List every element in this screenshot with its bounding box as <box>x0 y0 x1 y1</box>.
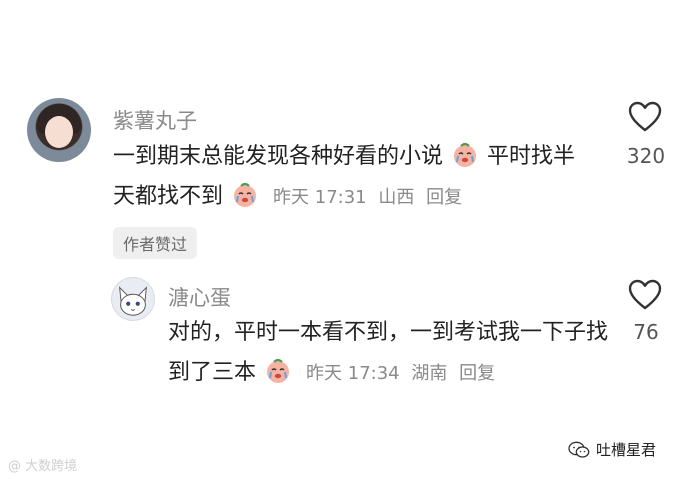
wechat-icon <box>568 441 590 458</box>
comment-location: 湖南 <box>411 363 448 384</box>
heart-outline-icon[interactable] <box>628 101 662 133</box>
like-count: 320 <box>626 144 666 168</box>
comment-location: 山西 <box>378 187 415 208</box>
commenter-avatar[interactable] <box>27 98 91 162</box>
comment-body: 对的，平时一本看不到，一到考试我一下子找到了三本 昨天 17:34 湖南 回复 <box>168 313 618 394</box>
comment-body: 一到期末总能发现各种好看的小说 平时找半天都找不到 昨天 17:31 山西 回复 <box>113 137 593 218</box>
comment-username[interactable]: 溏心蛋 <box>168 282 231 312</box>
comment-meta: 昨天 17:31 山西 回复 <box>267 187 462 208</box>
like-count: 76 <box>633 320 659 344</box>
comment-time: 昨天 17:34 <box>306 363 400 384</box>
crying-face-emoji-icon <box>267 358 290 383</box>
watermark-left: @ 大数跨境 <box>8 459 78 474</box>
commenter-avatar[interactable] <box>111 277 155 321</box>
cartoon-avatar-icon <box>119 286 147 316</box>
crying-face-emoji-icon <box>234 182 257 207</box>
avatar-face <box>45 116 73 148</box>
comment-time: 昨天 17:31 <box>273 187 367 208</box>
comment-username[interactable]: 紫薯丸子 <box>113 105 197 135</box>
heart-outline-icon[interactable] <box>628 279 662 311</box>
watermark-right: 吐槽星君 <box>568 439 656 460</box>
comment-meta: 昨天 17:34 湖南 回复 <box>300 363 495 384</box>
reply-button[interactable]: 回复 <box>459 363 495 384</box>
reply-button[interactable]: 回复 <box>426 187 462 208</box>
author-liked-badge: 作者赞过 <box>113 227 198 259</box>
comment-text: 一到期末总能发现各种好看的小说 <box>113 144 444 169</box>
crying-face-emoji-icon <box>454 142 477 167</box>
watermark-text: 吐槽星君 <box>596 441 657 459</box>
